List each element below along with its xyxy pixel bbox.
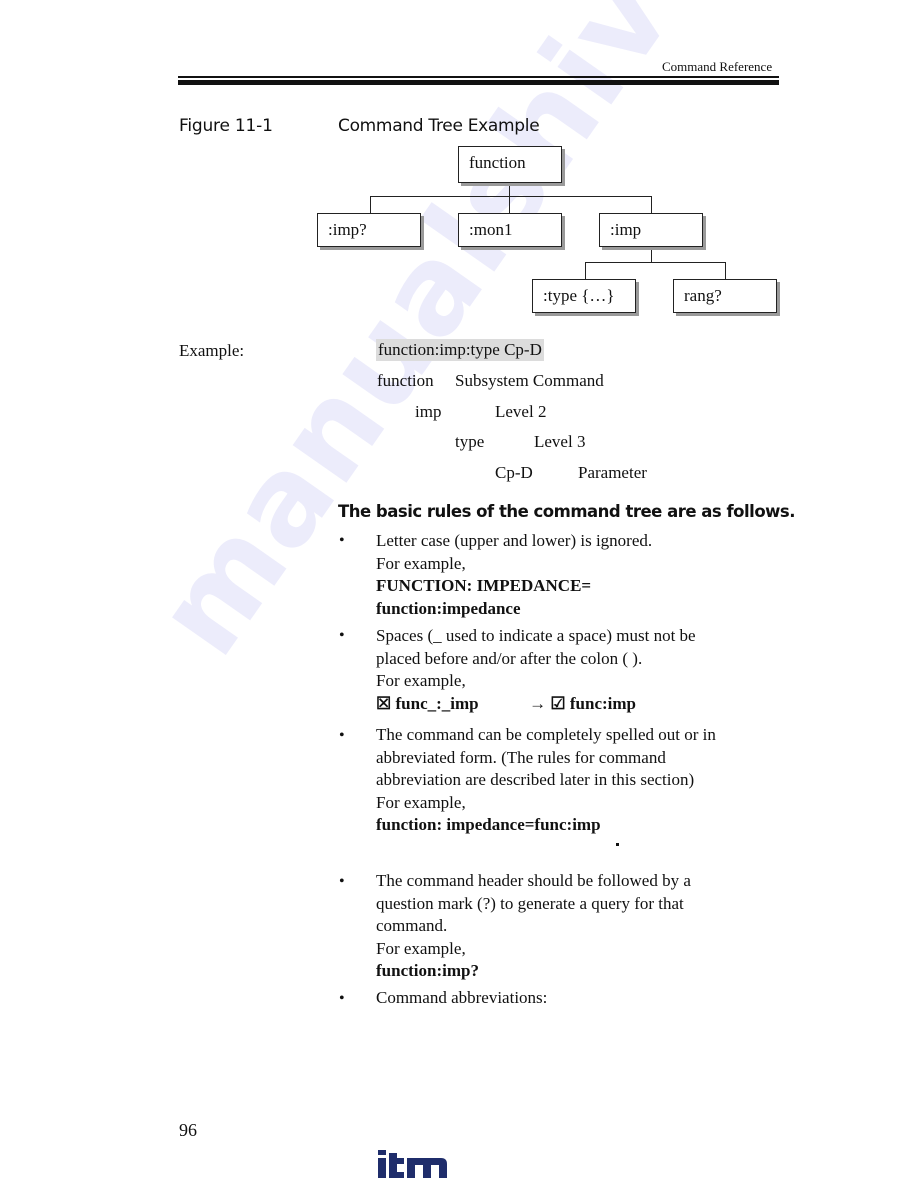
arrow-right-icon: → xyxy=(529,693,547,713)
logo-i-stem xyxy=(378,1158,386,1178)
breakdown-meaning: Level 2 xyxy=(495,402,547,421)
breakdown-meaning: Level 3 xyxy=(534,432,586,451)
breakdown-meaning: Subsystem Command xyxy=(455,371,604,390)
rule-text: Letter case (upper and lower) is ignored… xyxy=(376,531,653,550)
rule-text: The command can be completely spelled ou… xyxy=(376,725,716,744)
example-command: function:imp:type Cp-D xyxy=(376,339,544,361)
rule-item-command-abbreviations: Command abbreviations: xyxy=(376,987,547,1010)
connector-line xyxy=(585,262,586,280)
rule-example: function:imp? xyxy=(376,961,479,980)
rule-text: Command abbreviations: xyxy=(376,988,548,1007)
tree-node-rang-query: rang? xyxy=(673,279,777,313)
tree-node-imp-query: :imp? xyxy=(317,213,421,247)
bullet: • xyxy=(339,873,345,890)
breakdown-meaning: Parameter xyxy=(578,463,647,482)
itm-logo xyxy=(378,1150,447,1178)
rule-example-row: ☒ func_:_imp → ☑ func:imp xyxy=(376,693,696,716)
connector-line xyxy=(585,262,726,263)
breakdown-term: Cp-D xyxy=(495,463,533,482)
connector-line xyxy=(370,196,652,197)
rule-text: placed before and/or after the colon ( )… xyxy=(376,648,643,668)
connector-line xyxy=(651,196,652,214)
rule-text: For example, xyxy=(376,938,466,958)
bullet: • xyxy=(339,627,345,644)
tree-node-root: function xyxy=(458,146,562,183)
bullet: • xyxy=(339,990,345,1007)
rule-text: For example, xyxy=(376,792,466,812)
rule-item-abbreviation-form: The command can be completely spelled ou… xyxy=(376,724,716,837)
connector-line xyxy=(725,262,726,280)
wrong-example: func_:_imp xyxy=(395,693,479,713)
breakdown-term: imp xyxy=(415,402,442,421)
rule-item-spaces: Spaces (_ used to indicate a space) must… xyxy=(376,625,696,715)
wrong-checkbox-icon: ☒ xyxy=(376,693,392,713)
tree-node-type: :type {…} xyxy=(532,279,636,313)
rule-example: FUNCTION: IMPEDANCE= xyxy=(376,576,592,595)
rule-text: For example, xyxy=(376,553,466,573)
logo-t-bar xyxy=(389,1158,404,1164)
rule-example: function: impedance=func:imp xyxy=(376,815,601,834)
rule-text: abbreviated form. (The rules for command xyxy=(376,747,666,767)
logo-t-foot xyxy=(389,1172,404,1178)
tree-node-imp: :imp xyxy=(599,213,703,247)
bullet: • xyxy=(339,532,345,549)
breakdown-term: function xyxy=(377,371,434,390)
check-checkbox-icon: ☑ xyxy=(550,693,566,713)
rule-text: abbreviation are described later in this… xyxy=(376,770,695,789)
rule-text: question mark (?) to generate a query fo… xyxy=(376,893,684,913)
logo-i-dot xyxy=(378,1150,386,1155)
bullet: • xyxy=(339,727,345,744)
connector-line xyxy=(370,196,371,214)
stray-dot xyxy=(616,843,619,846)
rule-text: Spaces (_ used to indicate a space) must… xyxy=(376,626,696,645)
example-label: Example: xyxy=(179,341,245,360)
rule-example: function:impedance xyxy=(376,598,521,618)
rule-item-letter-case: Letter case (upper and lower) is ignored… xyxy=(376,530,652,620)
logo-m xyxy=(407,1158,447,1178)
connector-line xyxy=(509,196,510,214)
page-number: 96 xyxy=(179,1120,197,1140)
right-example: func:imp xyxy=(569,693,636,713)
rule-text: For example, xyxy=(376,671,466,690)
breakdown-term: type xyxy=(455,432,485,451)
rule-text: command. xyxy=(376,916,448,935)
tree-node-mon1: :mon1 xyxy=(458,213,562,247)
connector-line xyxy=(509,182,510,197)
rule-item-query: The command header should be followed by… xyxy=(376,870,691,983)
connector-line xyxy=(651,246,652,263)
command-tree-diagram: function :imp? :mon1 :imp :type {…} rang… xyxy=(0,0,918,330)
rule-text: The command header should be followed by… xyxy=(376,871,691,890)
rules-heading: The basic rules of the command tree are … xyxy=(338,502,796,521)
